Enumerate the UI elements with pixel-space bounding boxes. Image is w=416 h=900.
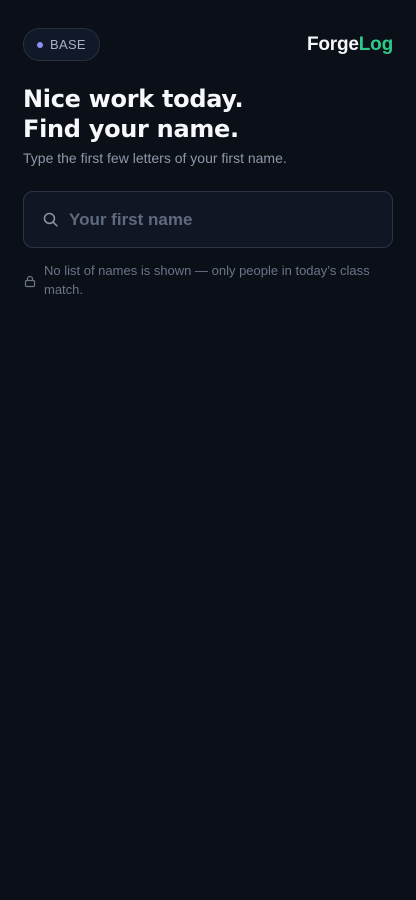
page-title: Nice work today. Find your name. bbox=[23, 84, 244, 144]
lock-icon bbox=[23, 274, 37, 288]
page-title-line-1: Nice work today. bbox=[23, 85, 244, 113]
brand-logo: Forge Log bbox=[307, 34, 393, 56]
page-title-line-2: Find your name. bbox=[23, 115, 239, 143]
mode-badge-label: BASE bbox=[50, 37, 86, 52]
top-bar: BASE Forge Log bbox=[23, 28, 393, 61]
first-name-input[interactable] bbox=[69, 192, 380, 247]
privacy-note: No list of names is shown — only people … bbox=[23, 261, 393, 299]
search-icon bbox=[40, 210, 60, 230]
brand-name-part1: Forge bbox=[307, 33, 359, 55]
mode-badge: BASE bbox=[23, 28, 100, 61]
name-lookup-screen: BASE Forge Log Nice work today. Find your… bbox=[0, 0, 416, 900]
search-box[interactable] bbox=[23, 191, 393, 248]
page-subtitle: Type the first few letters of your first… bbox=[23, 150, 287, 166]
brand-name-part2: Log bbox=[358, 33, 393, 55]
status-dot-icon bbox=[37, 41, 43, 48]
privacy-note-text: No list of names is shown — only people … bbox=[44, 263, 370, 297]
